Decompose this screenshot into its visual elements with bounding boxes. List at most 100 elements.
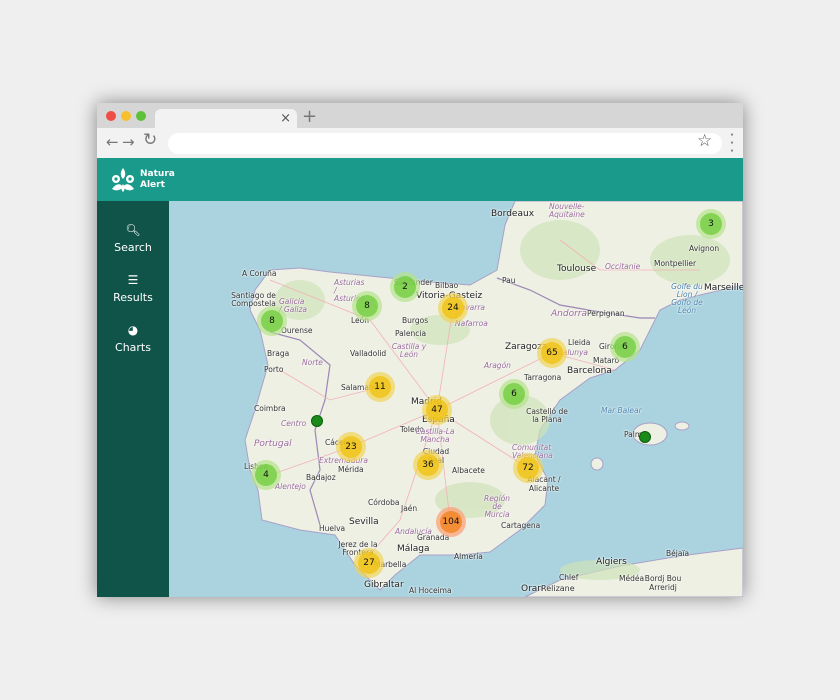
back-icon[interactable]: ← <box>106 133 119 151</box>
marker-cluster[interactable]: 47 <box>422 395 452 425</box>
map-label: Córdoba <box>368 498 400 507</box>
map-label: Mar Balear <box>601 406 642 415</box>
map-label: Palencia <box>395 329 427 338</box>
marker-cluster[interactable]: 8 <box>257 306 287 336</box>
brand-line-2: Alert <box>140 180 165 190</box>
marker-cluster[interactable]: 36 <box>413 450 443 480</box>
marker-cluster[interactable]: 6 <box>499 379 529 409</box>
map-label: Almería <box>454 552 483 561</box>
brand-name: Natura Alert <box>140 169 175 191</box>
cluster-count: 3 <box>700 213 722 235</box>
bookmark-star-icon[interactable]: ☆ <box>697 131 712 151</box>
cluster-count: 8 <box>356 295 378 317</box>
map-label: Montpellier <box>654 259 697 268</box>
cluster-count: 8 <box>261 310 283 332</box>
close-window-button[interactable] <box>106 111 116 121</box>
marker-cluster[interactable]: 8 <box>352 291 382 321</box>
list-icon: ☰ <box>127 273 139 287</box>
browser-tab[interactable]: × <box>155 109 297 129</box>
forward-icon[interactable]: → <box>122 133 135 151</box>
natura-alert-logo-icon <box>112 168 134 192</box>
map-label: Relizane <box>541 584 575 593</box>
marker-cluster[interactable]: 6 <box>610 332 640 362</box>
cluster-count: 23 <box>340 436 362 458</box>
map-label: Bordj Bou Arreridj <box>644 574 682 592</box>
cluster-count: 6 <box>614 336 636 358</box>
map-label: Al Hoceima <box>409 586 452 595</box>
map-label: Braga <box>267 349 290 358</box>
map-label: A Coruña <box>242 269 277 278</box>
sidebar-item-search[interactable]: 🔍︎ Search <box>97 223 169 254</box>
map-label: Sevilla <box>349 517 379 527</box>
reload-icon[interactable]: ↻ <box>143 130 157 150</box>
map-label: Bilbao <box>435 281 459 290</box>
map-label: Lleida <box>568 338 591 347</box>
app-header: Natura Alert <box>97 158 743 201</box>
island-ibiza <box>590 457 604 471</box>
marker-cluster[interactable]: 11 <box>365 372 395 402</box>
map-label: Región de Murcia <box>483 494 510 519</box>
map-label: Toulouse <box>557 264 597 274</box>
map-label: Huelva <box>319 524 346 533</box>
map-label: Aragón <box>484 361 511 370</box>
cluster-count: 65 <box>541 342 563 364</box>
map-label: Algiers <box>596 557 627 567</box>
map-label: Bordeaux <box>491 209 535 219</box>
map-label: Gibraltar <box>364 580 404 590</box>
marker-cluster[interactable]: 3 <box>696 209 726 239</box>
map-label: Béjaïa <box>666 549 690 558</box>
sidebar-item-charts[interactable]: ◕ Charts <box>97 323 169 354</box>
map-label: Pau <box>502 276 516 285</box>
map-label: Cartagena <box>501 521 541 530</box>
cluster-count: 4 <box>255 464 277 486</box>
address-bar-row: ← → ↻ ☆ · · · <box>97 128 743 159</box>
map-label: Centro <box>281 419 307 428</box>
map-label: Tarragona <box>524 373 562 382</box>
map-label: Valladolid <box>350 349 387 358</box>
sidebar-item-label: Search <box>114 241 152 254</box>
search-icon: 🔍︎ <box>125 223 141 237</box>
map-marker[interactable] <box>311 415 323 427</box>
cluster-count: 72 <box>517 457 539 479</box>
map-label: Golfe du Lion / Golfo de León <box>671 282 703 315</box>
marker-cluster[interactable]: 24 <box>438 293 468 323</box>
map-label: Médéa <box>619 574 645 583</box>
close-tab-icon[interactable]: × <box>280 111 291 126</box>
map-label: Málaga <box>397 544 430 554</box>
map-label: Perpignan <box>587 309 625 318</box>
map-label: Chlef <box>559 573 579 582</box>
marker-cluster[interactable]: 4 <box>251 460 281 490</box>
cluster-count: 24 <box>442 297 464 319</box>
map-label: Norte <box>302 358 323 367</box>
sidebar-item-results[interactable]: ☰ Results <box>97 273 169 304</box>
map-marker[interactable] <box>639 431 651 443</box>
browser-menu-icon[interactable]: · · · <box>729 128 735 159</box>
map-label: Andorra <box>551 309 587 319</box>
sidebar-item-label: Results <box>113 291 153 304</box>
map-label: Oran <box>521 584 544 594</box>
island-menorca <box>674 421 690 431</box>
map-label: Mérida <box>338 465 364 474</box>
map-label: Badajoz <box>306 473 336 482</box>
map-view[interactable]: Bordeaux Nouvelle-Aquitaine Toulouse Occ… <box>169 201 743 597</box>
map-label: Ourense <box>281 326 313 335</box>
minimize-window-button[interactable] <box>121 111 131 121</box>
new-tab-button[interactable]: + <box>302 106 317 127</box>
marker-cluster[interactable]: 104 <box>436 507 466 537</box>
sidebar-item-label: Charts <box>115 341 151 354</box>
map-label: Coimbra <box>254 404 286 413</box>
maximize-window-button[interactable] <box>136 111 146 121</box>
map-label: Castilla-La Mancha <box>415 427 455 444</box>
marker-cluster[interactable]: 2 <box>390 272 420 302</box>
marker-cluster[interactable]: 65 <box>537 338 567 368</box>
url-input[interactable] <box>168 133 722 154</box>
map-label: Castelló de la Plana <box>526 407 568 424</box>
map-label: Nouvelle-Aquitaine <box>549 202 585 219</box>
marker-cluster[interactable]: 72 <box>513 453 543 483</box>
browser-window: × + ← → ↻ ☆ · · · Natura Alert 🔍︎ Search ☰ Re… <box>97 103 743 597</box>
marker-cluster[interactable]: 23 <box>336 432 366 462</box>
marker-cluster[interactable]: 27 <box>354 548 384 578</box>
map-label: Avignon <box>689 244 720 253</box>
map-label: Marseille <box>704 283 743 293</box>
cluster-count: 11 <box>369 376 391 398</box>
